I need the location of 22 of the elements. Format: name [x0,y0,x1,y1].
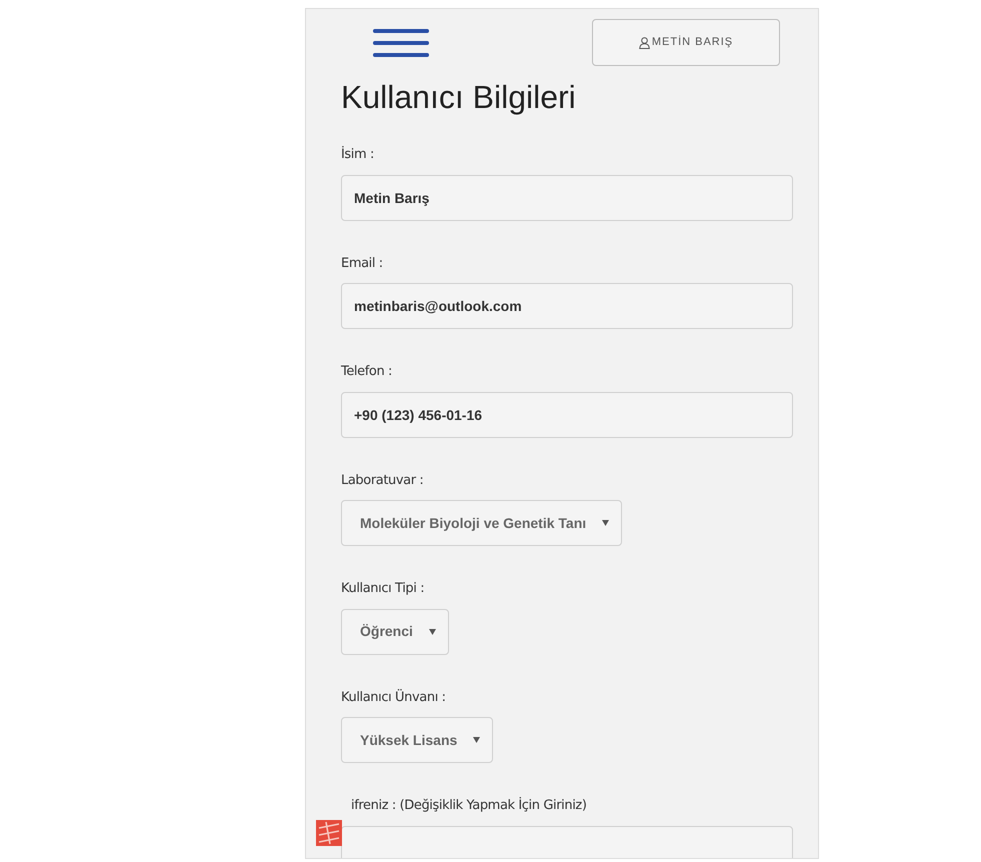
page-title: Kullanıcı Bilgileri [341,78,577,116]
field-label: Laboratuvar : [341,472,424,490]
caret-icon [428,628,436,635]
user-icon [638,36,650,48]
dropdown[interactable]: Moleküler Biyoloji ve Genetik Tanı [341,500,622,546]
password-field[interactable] [341,826,793,858]
dropdown[interactable]: Yüksek Lisans [341,717,494,764]
dropdown[interactable]: Öğrenci [341,608,449,655]
user-button[interactable]: METİN BARIŞ [592,19,780,66]
field-label: Email : [341,254,383,273]
input-field[interactable]: metinbaris@outlook.com [341,283,793,330]
input-field[interactable]: Metin Barış [341,174,793,221]
field-label: Kullanıcı Tipi : [341,580,424,598]
field-label: Telefon : [341,363,392,382]
menu-icon[interactable] [373,28,429,56]
field-label: İsim : [341,145,374,164]
field-label: Kullanıcı Ünvanı : [341,688,446,707]
field-label: ifreniz : (Değişiklik Yapmak İçin Giriniz) [351,796,587,816]
input-field[interactable]: +90 (123) 456-01-16 [341,392,793,438]
caret-icon [473,737,480,744]
app-icon[interactable] [316,820,342,846]
caret-icon [602,520,610,526]
